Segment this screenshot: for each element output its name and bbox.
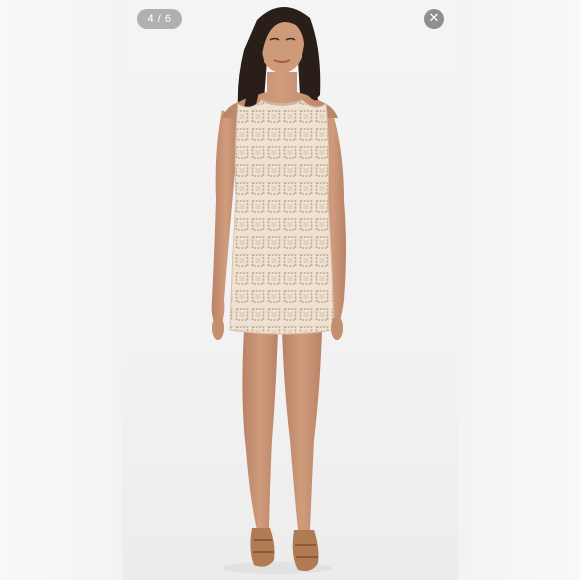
close-icon[interactable]: ✕ [424, 9, 444, 29]
image-counter-badge: 4 / 6 [137, 9, 182, 29]
product-photo [122, 0, 458, 580]
left-background-panel [0, 0, 122, 580]
right-background-panel [458, 0, 580, 580]
image-viewer: 4 / 6 ✕ [0, 0, 580, 580]
model-illustration [211, 6, 346, 574]
